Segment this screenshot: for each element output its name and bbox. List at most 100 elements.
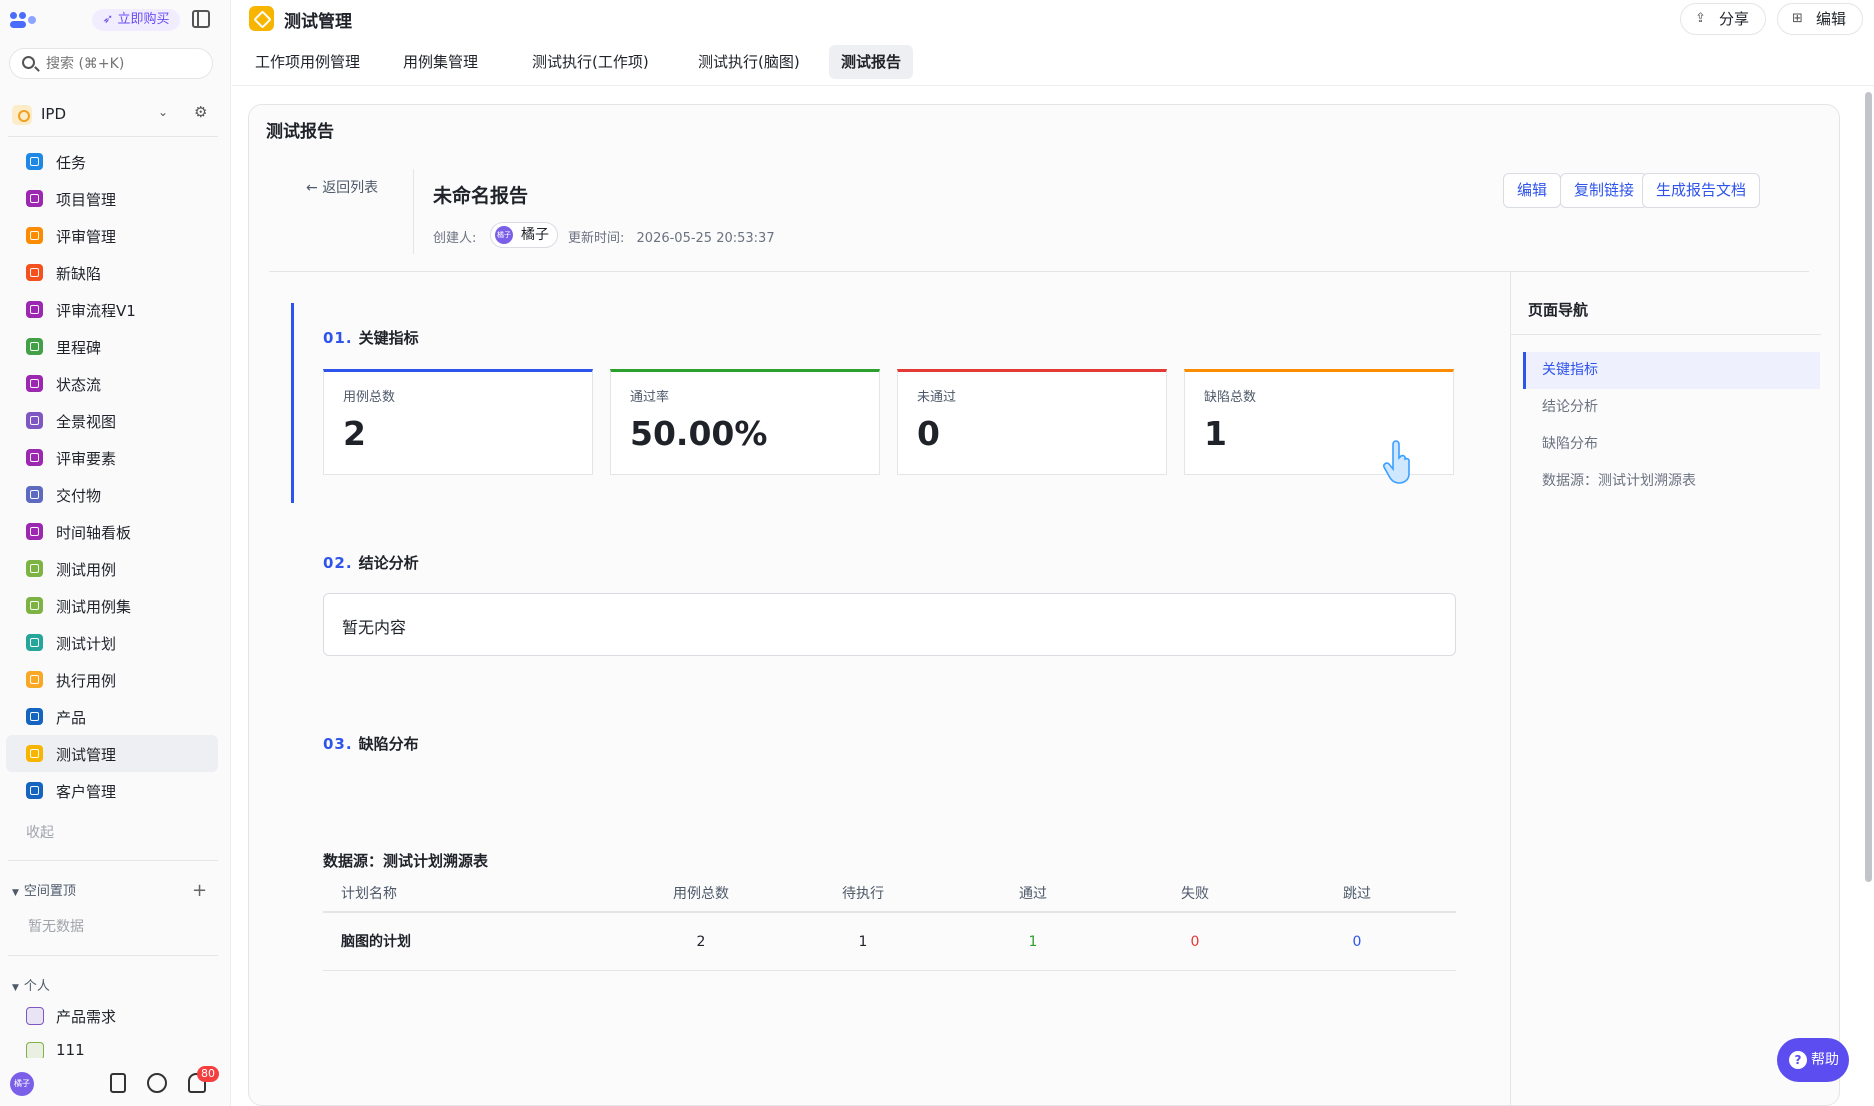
page-nav-item-key-metrics[interactable]: 关键指标 <box>1523 352 1820 389</box>
share-button[interactable]: ⇪ 分享 <box>1680 3 1766 35</box>
settings-sliders-icon[interactable]: ⚙ <box>194 103 207 121</box>
pinned-empty-text: 暂无数据 <box>28 919 84 935</box>
personal-section-header[interactable]: ▼ 个人 <box>12 975 50 994</box>
app-logo-icon[interactable] <box>10 10 38 30</box>
tab-work-item-cases[interactable]: 工作项用例管理 <box>243 45 372 79</box>
workspace-name: IPD <box>41 105 67 123</box>
add-icon[interactable]: + <box>192 880 207 901</box>
section-title-conclusion: 02. 结论分析 <box>323 552 419 573</box>
refresh-icon[interactable] <box>147 1073 167 1093</box>
workspace-selector[interactable]: IPD ⌄ ⚙ <box>8 102 218 128</box>
sidebar-item-task[interactable]: 任务 <box>6 143 218 180</box>
sidebar-item-review[interactable]: 评审管理 <box>6 217 218 254</box>
elements-icon <box>26 449 43 466</box>
search-box[interactable] <box>9 48 213 79</box>
sidebar-item-milestone[interactable]: 里程碑 <box>6 328 218 365</box>
kpi-label: 未通过 <box>917 390 957 405</box>
sidebar-item-test-plan[interactable]: 测试计划 <box>6 624 218 661</box>
sidebar-item-product[interactable]: 产品 <box>6 698 218 735</box>
sidebar-item-label: 里程碑 <box>56 339 102 357</box>
divider <box>8 136 218 137</box>
buy-now-button[interactable]: ➶ 立即购买 <box>92 9 180 31</box>
section-number: 03. <box>323 735 353 753</box>
sidebar-item-test-case[interactable]: 测试用例 <box>6 550 218 587</box>
search-icon <box>22 56 35 69</box>
total-cell: 2 <box>696 934 706 950</box>
sidebar-item-timeline[interactable]: 时间轴看板 <box>6 513 218 550</box>
sidebar-item-execute-case[interactable]: 执行用例 <box>6 661 218 698</box>
tab-execution-mindmap[interactable]: 测试执行(脑图) <box>686 45 812 79</box>
page-nav-item-conclusion[interactable]: 结论分析 <box>1523 389 1820 426</box>
edit-button[interactable]: ⊞ 编辑 <box>1777 3 1863 35</box>
sidebar-item-test-suite[interactable]: 测试用例集 <box>6 587 218 624</box>
pending-cell: 1 <box>858 934 868 950</box>
help-label: 帮助 <box>1811 1052 1839 1068</box>
sidebar-item-label: 测试计划 <box>56 635 117 653</box>
copy-link-button[interactable]: 复制链接 <box>1560 173 1649 208</box>
back-to-list-link[interactable]: ← 返回列表 <box>306 177 378 197</box>
collapse-button[interactable]: 收起 <box>26 822 54 842</box>
kpi-card-pass-rate: 通过率 50.00% <box>610 369 880 475</box>
caret-down-icon: ▼ <box>12 983 19 993</box>
sidebar-toggle-icon[interactable] <box>192 10 210 28</box>
updated-label: 更新时间: <box>568 231 625 246</box>
caret-down-icon: ▼ <box>12 888 19 898</box>
section-title-text: 关键指标 <box>358 329 419 347</box>
search-input[interactable] <box>46 53 206 75</box>
tab-suite-management[interactable]: 用例集管理 <box>391 45 490 79</box>
table-row[interactable]: 脑图的计划 2 1 1 0 0 <box>323 913 1456 971</box>
sidebar-item-review-elements[interactable]: 评审要素 <box>6 439 218 476</box>
personal-item-product-requirements[interactable]: 产品需求 <box>26 1003 216 1029</box>
bug-icon <box>26 264 43 281</box>
panel-title: 测试报告 <box>266 122 334 142</box>
conclusion-box[interactable]: 暂无内容 <box>323 593 1456 656</box>
sidebar-item-label: 新缺陷 <box>56 265 102 283</box>
column-header: 失败 <box>1181 886 1209 902</box>
column-header: 通过 <box>1019 886 1047 902</box>
tab-test-report[interactable]: 测试报告 <box>829 45 914 79</box>
edit-report-button[interactable]: 编辑 <box>1503 173 1562 208</box>
flow-icon <box>26 301 43 318</box>
tab-execution-work-item[interactable]: 测试执行(工作项) <box>520 45 661 79</box>
timeline-icon <box>26 523 43 540</box>
sidebar-item-review-flow[interactable]: 评审流程V1 <box>6 291 218 328</box>
section-title-defect-distribution: 03. 缺陷分布 <box>323 733 419 754</box>
section-number: 01. <box>323 329 353 347</box>
page-nav-item-defect-distribution[interactable]: 缺陷分布 <box>1523 426 1820 463</box>
generate-doc-button[interactable]: 生成报告文档 <box>1642 173 1761 208</box>
pass-cell: 1 <box>1028 934 1038 950</box>
page-title: 测试管理 <box>284 12 352 32</box>
personal-item-111[interactable]: 111 <box>26 1038 216 1058</box>
kpi-card-total-cases: 用例总数 2 <box>323 369 593 475</box>
sidebar-item-label: 测试用例 <box>56 561 117 579</box>
grid-icon: ⊞ <box>1792 11 1803 26</box>
rocket-icon: ➶ <box>102 12 114 27</box>
avatar[interactable]: 橘子 <box>10 1072 34 1096</box>
divider <box>8 860 218 861</box>
sidebar-item-customer[interactable]: 客户管理 <box>6 772 218 809</box>
sidebar-item-label: 执行用例 <box>56 672 117 690</box>
plan-name-cell: 脑图的计划 <box>341 934 411 950</box>
divider <box>8 955 218 956</box>
sidebar-item-test-management[interactable]: 测试管理 <box>6 735 218 772</box>
help-button[interactable]: ? 帮助 <box>1777 1038 1849 1082</box>
test-management-icon <box>249 6 274 31</box>
page-nav-item-datasource[interactable]: 数据源：测试计划溯源表 <box>1523 463 1820 500</box>
scrollbar-thumb[interactable] <box>1865 92 1872 882</box>
pinned-section-header[interactable]: ▼ 空间置顶 <box>12 880 76 899</box>
notification-badge: 80 <box>197 1066 219 1082</box>
conclusion-text: 暂无内容 <box>342 618 407 637</box>
back-label: 返回列表 <box>322 180 379 196</box>
sidebar-item-panorama[interactable]: 全景视图 <box>6 402 218 439</box>
sidebar-item-deliverable[interactable]: 交付物 <box>6 476 218 513</box>
divider <box>413 169 414 254</box>
tablet-icon[interactable] <box>110 1073 126 1093</box>
test-case-icon <box>26 560 43 577</box>
execute-icon <box>26 671 43 688</box>
chevron-down-icon[interactable]: ⌄ <box>158 105 168 119</box>
section-number: 02. <box>323 554 353 572</box>
creator-chip[interactable]: 橘子 橘子 <box>490 222 558 248</box>
sidebar-item-state-flow[interactable]: 状态流 <box>6 365 218 402</box>
sidebar-item-project[interactable]: 项目管理 <box>6 180 218 217</box>
sidebar-item-defect[interactable]: 新缺陷 <box>6 254 218 291</box>
